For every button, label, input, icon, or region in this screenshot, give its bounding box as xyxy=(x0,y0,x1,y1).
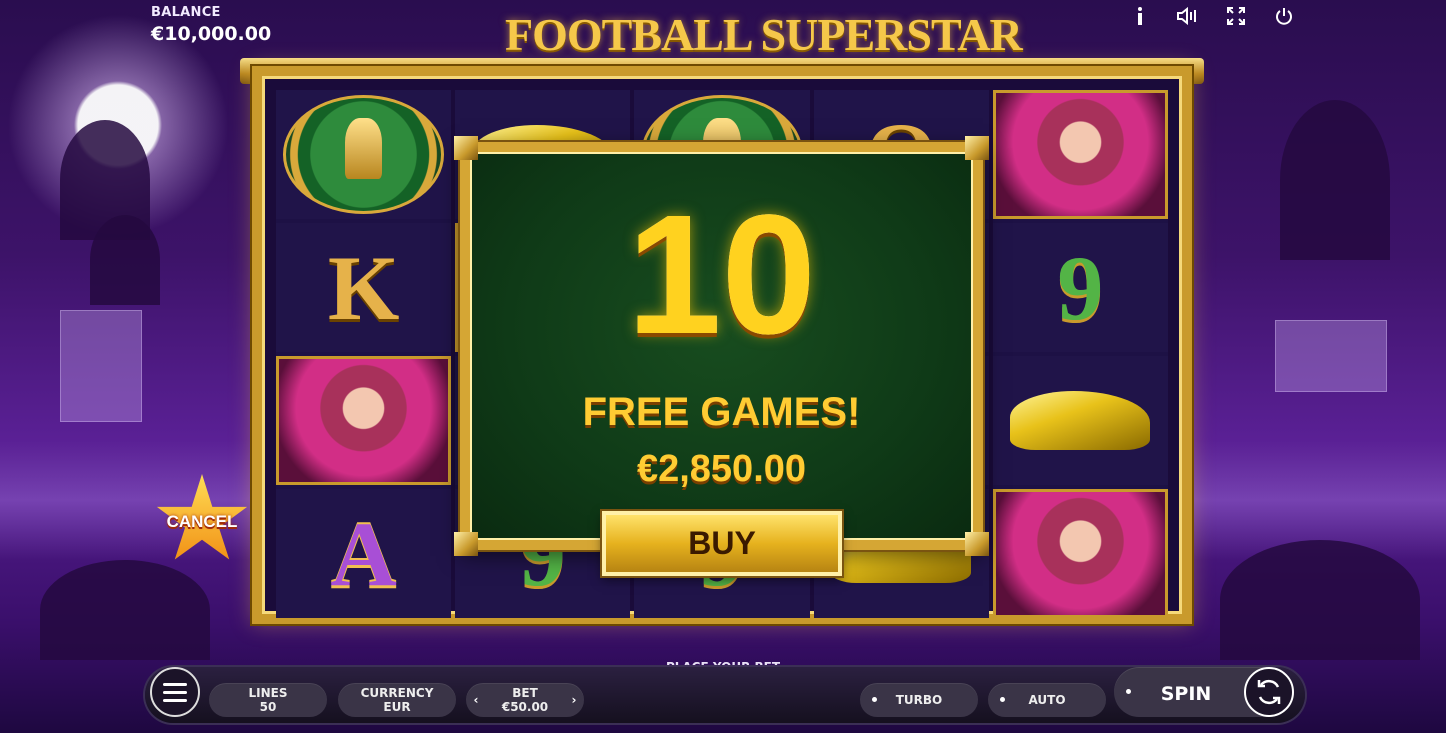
villa-right xyxy=(1275,320,1387,392)
trophy-icon xyxy=(283,95,445,214)
lines-selector[interactable]: LINES 50 xyxy=(209,683,327,717)
symbol-9: 9 xyxy=(992,223,1168,352)
symbol-letter: A xyxy=(330,502,397,605)
lines-label: LINES xyxy=(248,686,288,700)
symbol-letter: K xyxy=(327,236,400,339)
free-games-title: FREE GAMES! xyxy=(582,390,861,434)
currency-value: EUR xyxy=(383,700,411,714)
balance-value: €10,000.00 xyxy=(151,23,272,45)
palm-bush-bottom-right xyxy=(1220,540,1420,660)
currency-selector[interactable]: CURRENCY EUR xyxy=(338,683,456,717)
cancel-button[interactable]: CANCEL xyxy=(155,474,249,568)
symbol-a: A xyxy=(276,489,452,618)
top-toolbar xyxy=(1128,4,1296,28)
symbol-woman xyxy=(992,90,1168,219)
hamburger-icon-line xyxy=(163,698,187,702)
bet-increase-arrow-icon[interactable]: › xyxy=(564,683,584,717)
symbol-car xyxy=(992,356,1168,485)
popup-corner xyxy=(965,532,989,556)
symbol-letter: 9 xyxy=(1057,236,1104,339)
lines-value: 50 xyxy=(259,700,277,714)
car-icon xyxy=(1010,391,1151,450)
woman-portrait-icon xyxy=(992,90,1168,219)
game-logo: FOOTBALL SUPERSTAR xyxy=(505,9,1023,60)
cancel-label: CANCEL xyxy=(166,512,238,531)
refresh-icon xyxy=(1257,679,1281,705)
woman-portrait-icon xyxy=(276,356,452,485)
sound-icon[interactable] xyxy=(1176,4,1200,28)
reel-1: K A xyxy=(276,90,452,618)
bet-decrease-arrow-icon[interactable]: ‹ xyxy=(466,683,486,717)
toggle-indicator-icon xyxy=(1126,689,1131,694)
woman-portrait-icon xyxy=(992,489,1168,618)
bet-value: €50.00 xyxy=(501,700,549,714)
symbol-woman xyxy=(992,489,1168,618)
symbol-k: K xyxy=(276,223,452,352)
toggle-indicator-icon xyxy=(1000,697,1005,702)
spin-circle-button[interactable] xyxy=(1244,667,1294,717)
info-icon[interactable] xyxy=(1128,4,1152,28)
auto-label: AUTO xyxy=(1028,693,1066,707)
hamburger-icon xyxy=(163,682,187,686)
free-games-price: €2,850.00 xyxy=(636,448,807,490)
reel-5: 9 xyxy=(992,90,1168,618)
villa-left xyxy=(60,310,142,422)
spin-label: SPIN xyxy=(1160,683,1212,705)
palm-tree-right xyxy=(1280,100,1390,260)
turbo-toggle[interactable]: TURBO xyxy=(860,683,978,717)
palm-bush-bottom-left xyxy=(40,560,210,660)
popup-corner xyxy=(454,532,478,556)
power-icon[interactable] xyxy=(1272,4,1296,28)
fullscreen-icon[interactable] xyxy=(1224,4,1248,28)
popup-corner xyxy=(454,136,478,160)
symbol-trophy xyxy=(276,90,452,219)
balance-label: BALANCE xyxy=(151,5,221,20)
bet-selector: BET €50.00 ‹ › xyxy=(466,683,584,717)
turbo-label: TURBO xyxy=(895,693,943,707)
bet-label: BET xyxy=(512,686,538,700)
palm-tree-left-2 xyxy=(90,215,160,305)
hamburger-icon-line xyxy=(163,690,187,694)
buy-button[interactable]: BUY xyxy=(602,511,842,576)
auto-toggle[interactable]: AUTO xyxy=(988,683,1106,717)
symbol-woman xyxy=(276,356,452,485)
menu-button[interactable] xyxy=(150,667,200,717)
toggle-indicator-icon xyxy=(872,697,877,702)
popup-corner xyxy=(965,136,989,160)
free-games-count: 10 xyxy=(626,180,817,370)
currency-label: CURRENCY xyxy=(360,686,434,700)
